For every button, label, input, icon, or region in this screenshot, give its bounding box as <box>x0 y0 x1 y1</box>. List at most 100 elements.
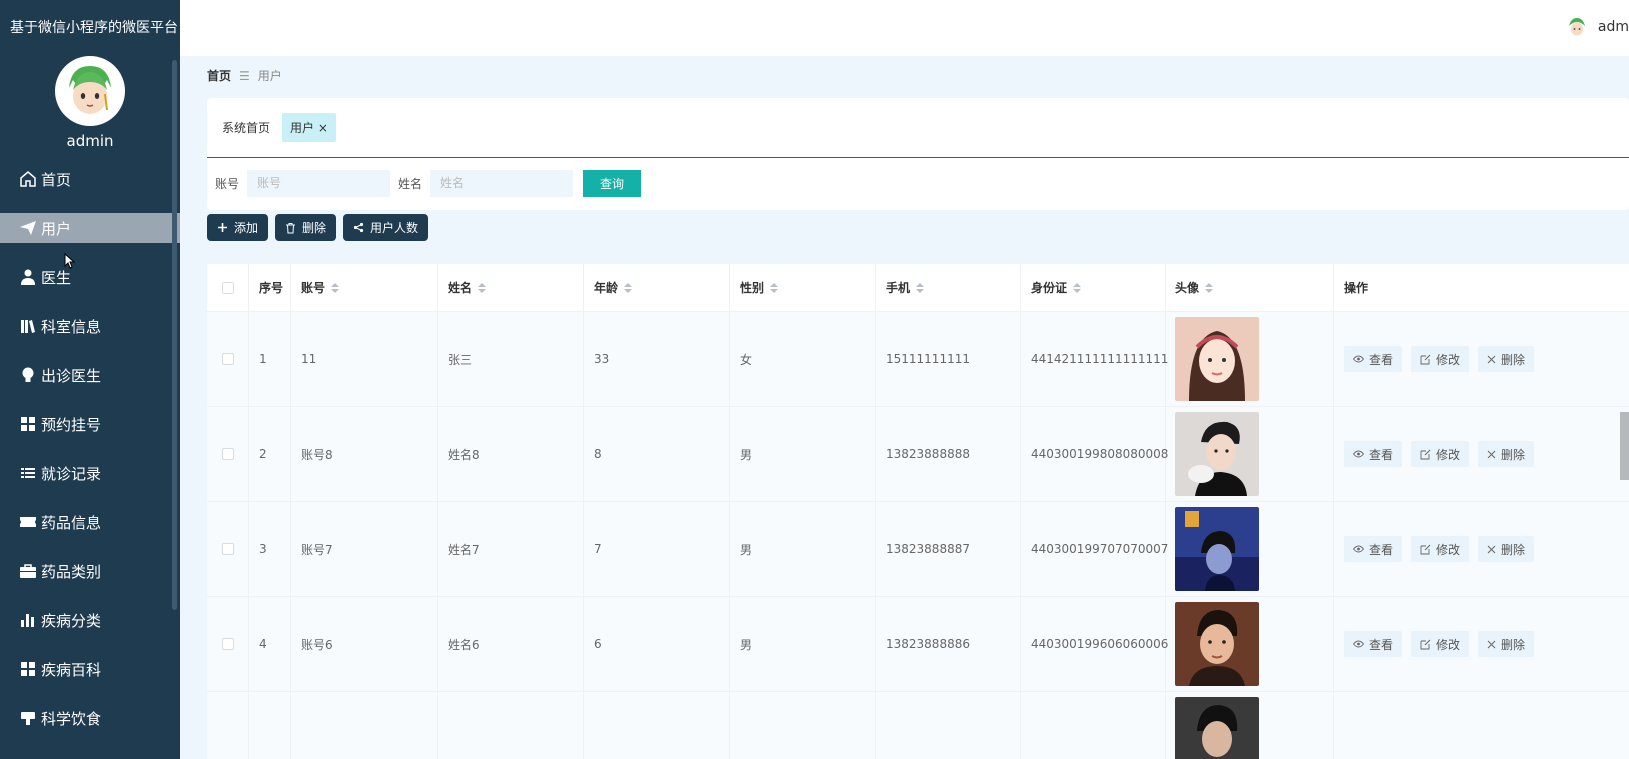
sidebar-item-9[interactable]: 疾病分类 <box>0 605 180 635</box>
account-input[interactable] <box>247 169 391 197</box>
sort-icon[interactable] <box>1205 282 1214 293</box>
sidebar-item-11[interactable]: 科学饮食 <box>0 703 180 733</box>
sidebar-item-2[interactable]: 医生 <box>0 262 180 292</box>
sidebar-item-7[interactable]: 药品信息 <box>0 507 180 537</box>
edit-button[interactable]: 修改 <box>1411 631 1470 657</box>
close-icon[interactable]: × <box>318 121 328 135</box>
tab-users[interactable]: 用户 × <box>282 113 336 142</box>
table-row[interactable] <box>207 692 1629 759</box>
sort-icon[interactable] <box>1073 282 1082 293</box>
cell-sex-text: 男 <box>740 637 753 652</box>
edit-label: 修改 <box>1436 352 1461 367</box>
cell-account-text: 账号8 <box>301 447 333 462</box>
top-user-menu[interactable]: adm <box>1565 16 1629 38</box>
table-row[interactable]: 3 账号7 姓名7 7 男 13823888887 440300199707070007 查看… <box>207 502 1629 597</box>
sort-icon[interactable] <box>770 282 779 293</box>
edit-button[interactable]: 修改 <box>1411 536 1470 562</box>
col-age[interactable]: 年龄 <box>584 264 730 311</box>
add-button[interactable]: 添加 <box>207 214 269 241</box>
row-select-cell <box>207 312 249 406</box>
col-account[interactable]: 账号 <box>291 264 438 311</box>
edit-button[interactable]: 修改 <box>1411 346 1470 372</box>
col-id-label: 身份证 <box>1031 281 1068 295</box>
col-phone[interactable]: 手机 <box>876 264 1021 311</box>
col-id[interactable]: 身份证 <box>1021 264 1166 311</box>
user-photo[interactable] <box>1175 602 1259 686</box>
topbar: adm <box>180 0 1629 56</box>
cell-account-text: 账号6 <box>301 637 333 652</box>
batch-delete-button[interactable]: 删除 <box>275 214 337 241</box>
col-ops-label: 操作 <box>1344 281 1369 295</box>
cell-id <box>1021 692 1166 759</box>
table-row[interactable]: 4 账号6 姓名6 6 男 13823888886 440300199606060006 查看… <box>207 597 1629 692</box>
sidebar-item-1[interactable]: 用户 <box>0 213 180 243</box>
sidebar-item-label: 疾病分类 <box>41 611 102 630</box>
col-sex[interactable]: 性别 <box>730 264 876 311</box>
cell-account: 账号8 <box>291 407 438 501</box>
col-age-label: 年龄 <box>594 281 619 295</box>
avatar[interactable] <box>55 56 125 126</box>
edit-label: 修改 <box>1436 542 1461 557</box>
user-photo[interactable] <box>1175 412 1259 496</box>
delete-button[interactable]: 删除 <box>1478 631 1535 657</box>
cell-avatar <box>1166 502 1334 596</box>
sidebar-item-6[interactable]: 就诊记录 <box>0 458 180 488</box>
sidebar-item-0[interactable]: 首页 <box>0 164 180 194</box>
sidebar-item-3[interactable]: 科室信息 <box>0 311 180 341</box>
cell-sex: 男 <box>730 597 876 691</box>
cell-id-text: 440300199707070007 <box>1031 542 1169 556</box>
sidebar-scrollbar[interactable] <box>172 60 177 610</box>
delete-button[interactable]: 删除 <box>1478 536 1535 562</box>
query-button[interactable]: 查询 <box>583 169 642 197</box>
mouse-cursor-icon <box>64 253 76 269</box>
cell-age-text: 33 <box>594 352 610 366</box>
view-button[interactable]: 查看 <box>1344 441 1403 467</box>
main-area: 首页 ☰ 用户 系统首页 用户 × 账号 姓名 查询 添加 <box>180 56 1629 759</box>
edit-label: 修改 <box>1436 637 1461 652</box>
sidebar-item-5[interactable]: 预约挂号 <box>0 409 180 439</box>
select-all-checkbox[interactable] <box>221 281 234 294</box>
view-button[interactable]: 查看 <box>1344 536 1403 562</box>
sort-icon[interactable] <box>478 282 487 293</box>
sort-icon[interactable] <box>916 282 925 293</box>
row-checkbox[interactable] <box>221 543 234 555</box>
sidebar-item-label: 科学饮食 <box>41 709 102 728</box>
cell-no-text: 2 <box>259 447 267 461</box>
row-select-cell <box>207 597 249 691</box>
edit-icon <box>1420 639 1431 650</box>
row-checkbox[interactable] <box>221 353 234 365</box>
row-checkbox[interactable] <box>221 448 234 460</box>
delete-button[interactable]: 删除 <box>1478 441 1535 467</box>
cell-ops: 查看 修改 删除 <box>1334 312 1629 406</box>
delete-label: 删除 <box>1501 542 1526 557</box>
col-name-label: 姓名 <box>448 281 473 295</box>
cell-avatar <box>1166 597 1334 691</box>
page-scrollbar[interactable] <box>1620 412 1629 480</box>
col-avatar-label: 头像 <box>1175 281 1200 295</box>
sidebar-item-10[interactable]: 疾病百科 <box>0 654 180 684</box>
user-stats-button[interactable]: 用户人数 <box>343 214 429 241</box>
close-icon <box>1487 640 1496 649</box>
view-button[interactable]: 查看 <box>1344 346 1403 372</box>
col-avatar[interactable]: 头像 <box>1166 264 1334 311</box>
table-row[interactable]: 1 11 张三 33 女 15111111111 441421111111111111 查看修… <box>207 312 1629 407</box>
sort-icon[interactable] <box>624 282 633 293</box>
table-row[interactable]: 2 账号8 姓名8 8 男 13823888888 440300199808080008 查看… <box>207 407 1629 502</box>
sort-icon[interactable] <box>331 282 340 293</box>
sidebar-item-4[interactable]: 出诊医生 <box>0 360 180 390</box>
cell-phone: 13823888888 <box>876 407 1021 501</box>
user-photo[interactable] <box>1175 507 1259 591</box>
row-checkbox[interactable] <box>221 638 234 650</box>
view-button[interactable]: 查看 <box>1344 631 1403 657</box>
breadcrumb-home[interactable]: 首页 <box>207 67 231 84</box>
delete-button[interactable]: 删除 <box>1478 346 1535 372</box>
sidebar-item-8[interactable]: 药品类别 <box>0 556 180 586</box>
view-label: 查看 <box>1369 447 1394 462</box>
user-photo[interactable] <box>1175 697 1259 759</box>
edit-button[interactable]: 修改 <box>1411 441 1470 467</box>
tab-home[interactable]: 系统首页 <box>222 119 270 136</box>
name-input[interactable] <box>430 169 574 197</box>
col-name[interactable]: 姓名 <box>438 264 584 311</box>
cell-sex: 女 <box>730 312 876 406</box>
user-photo[interactable] <box>1175 317 1259 401</box>
